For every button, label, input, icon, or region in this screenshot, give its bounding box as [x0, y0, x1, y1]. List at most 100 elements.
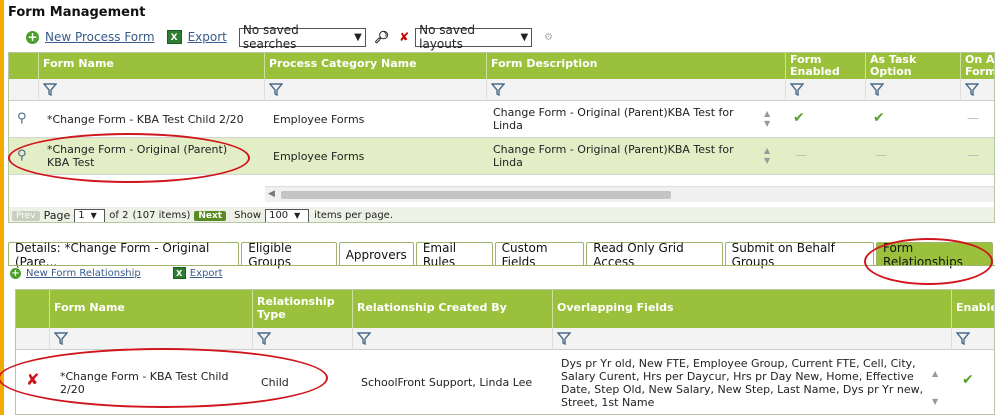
filter-cell[interactable]	[50, 328, 253, 350]
new-process-form-link[interactable]: New Process Form	[45, 30, 155, 44]
left-accent-bar	[0, 0, 4, 415]
saved-searches-value: No saved searches	[242, 23, 299, 51]
chevron-down-icon: ▼	[90, 211, 97, 220]
tab-eligible-groups[interactable]: Eligible Groups	[241, 241, 337, 269]
scroll-arrows-icon[interactable]: ▲ ▼	[764, 146, 770, 166]
horizontal-scrollbar[interactable]: ◀	[265, 186, 994, 202]
tab-custom-fields[interactable]: Custom Fields	[494, 241, 585, 269]
col-enabled[interactable]: Enable	[952, 290, 994, 328]
table-row[interactable]: ✘ *Change Form - KBA Test Child 2/20 Chi…	[16, 350, 994, 414]
category-cell: Employee Forms	[273, 150, 365, 163]
chevron-down-icon: ▼	[354, 31, 362, 43]
binoculars-icon[interactable]: 🔎︎	[374, 30, 389, 44]
overlapping-fields-cell: Dys pr Yr old, New FTE, Employee Group, …	[561, 357, 924, 409]
dash-icon: —	[967, 148, 979, 162]
dash-icon: —	[967, 111, 979, 125]
page-size-value: 100	[269, 210, 289, 221]
filter-icon[interactable]	[269, 83, 283, 96]
delete-icon[interactable]: ✘	[26, 370, 39, 389]
filter-icon[interactable]	[257, 332, 271, 345]
excel-export-icon[interactable]: X	[172, 267, 186, 279]
per-page-label: items per page.	[314, 210, 394, 221]
filter-icon[interactable]	[43, 83, 57, 96]
col-form-enabled[interactable]: Form Enabled	[786, 53, 866, 79]
clear-filter-icon[interactable]: ✘	[399, 30, 409, 44]
scrollbar-thumb[interactable]	[281, 191, 671, 199]
page-select[interactable]: 1 ▼	[74, 208, 106, 222]
filter-icon[interactable]	[557, 332, 571, 345]
detail-tabs: Details: *Change Form - Original (Pare..…	[8, 241, 995, 269]
filter-icon[interactable]	[54, 332, 68, 345]
col-overlapping-fields[interactable]: Overlapping Fields	[553, 290, 952, 328]
tab-form-relationships[interactable]: Form Relationships	[876, 241, 993, 269]
filter-cell[interactable]	[952, 328, 994, 350]
table-row[interactable]: ⚲ *Change Form - Original (Parent) KBA T…	[9, 138, 994, 175]
export-link[interactable]: Export	[188, 30, 227, 44]
saved-searches-select[interactable]: No saved searches ▼	[238, 23, 366, 51]
col-task-option[interactable]: As Task Option	[866, 53, 961, 79]
excel-export-icon[interactable]: X	[166, 30, 182, 44]
table-row[interactable]: ⚲ *Change Form - KBA Test Child 2/20 Emp…	[9, 101, 994, 138]
layout-settings-icon[interactable]: ⚙	[544, 32, 553, 43]
filter-icon[interactable]	[491, 83, 505, 96]
filter-spacer	[16, 328, 50, 350]
filter-icon[interactable]	[357, 332, 371, 345]
description-cell: Change Form - Original (Parent)KBA Test …	[493, 143, 734, 169]
tab-approvers[interactable]: Approvers	[338, 242, 414, 266]
scroll-left-icon[interactable]: ◀	[268, 189, 275, 199]
next-button[interactable]: Next	[194, 210, 227, 221]
show-label: Show	[234, 210, 262, 221]
page-size-select[interactable]: 100 ▼	[265, 208, 310, 222]
created-by-cell: SchoolFront Support, Linda Lee	[361, 376, 533, 389]
form-name-cell: *Change Form - KBA Test Child 2/20	[60, 370, 229, 396]
page-select-value: 1	[78, 210, 85, 221]
type-cell: Child	[261, 376, 289, 389]
tab-email-rules[interactable]: Email Rules	[415, 241, 493, 269]
items-count: (107 items)	[132, 210, 191, 221]
filter-cell[interactable]	[353, 328, 553, 350]
col-relationship-type[interactable]: Relationship Type	[253, 290, 353, 328]
filter-row	[9, 79, 994, 101]
filter-cell[interactable]	[265, 79, 487, 101]
filter-cell[interactable]	[866, 79, 961, 101]
col-form-description[interactable]: Form Description	[487, 53, 786, 79]
filter-cell[interactable]	[553, 328, 952, 350]
relationship-toolbar: + New Form Relationship X Export	[10, 266, 222, 280]
filter-icon[interactable]	[870, 83, 884, 96]
filter-cell[interactable]	[786, 79, 866, 101]
filter-cell[interactable]	[961, 79, 994, 101]
filter-cell[interactable]	[253, 328, 353, 350]
filter-cell[interactable]	[487, 79, 786, 101]
new-form-relationship-link[interactable]: New Form Relationship	[26, 268, 141, 279]
scroll-arrows-icon[interactable]: ▲ ▼	[764, 109, 770, 129]
filter-cell[interactable]	[39, 79, 265, 101]
col-form-name[interactable]: Form Name	[39, 53, 265, 79]
magnify-icon[interactable]: ⚲	[17, 148, 27, 163]
filter-icon[interactable]	[965, 83, 979, 96]
tab-submit-on-behalf-groups[interactable]: Submit on Behalf Groups	[724, 241, 875, 269]
magnify-icon[interactable]: ⚲	[17, 111, 27, 126]
check-icon: ✔	[793, 110, 805, 126]
filter-icon[interactable]	[790, 83, 804, 96]
page-total: of 2	[109, 210, 129, 221]
filter-icon[interactable]	[956, 332, 970, 345]
filter-spacer	[9, 79, 39, 101]
tab-details[interactable]: Details: *Change Form - Original (Pare..…	[8, 241, 240, 269]
page-label: Page	[43, 209, 71, 222]
toolbar: + New Process Form X Export No saved sea…	[26, 23, 553, 51]
prev-button[interactable]: Prev	[12, 210, 40, 221]
add-icon[interactable]: +	[26, 30, 39, 44]
col-process-category[interactable]: Process Category Name	[265, 53, 487, 79]
col-on-a-form[interactable]: On A Form	[961, 53, 994, 79]
add-icon[interactable]: +	[10, 267, 21, 279]
col-form-name[interactable]: Form Name	[50, 290, 253, 328]
col-created-by[interactable]: Relationship Created By	[353, 290, 553, 328]
tab-read-only-grid-access[interactable]: Read Only Grid Access	[586, 241, 723, 269]
filter-row	[16, 328, 994, 350]
export-link[interactable]: Export	[190, 268, 223, 279]
relationships-grid: Form Name Relationship Type Relationship…	[15, 289, 995, 415]
description-cell: Change Form - Original (Parent)KBA Test …	[493, 106, 734, 132]
scroll-arrows-icon[interactable]: ▲ ▼	[932, 360, 938, 414]
category-cell: Employee Forms	[273, 113, 365, 126]
saved-layouts-select[interactable]: No saved layouts ▼	[415, 23, 533, 51]
